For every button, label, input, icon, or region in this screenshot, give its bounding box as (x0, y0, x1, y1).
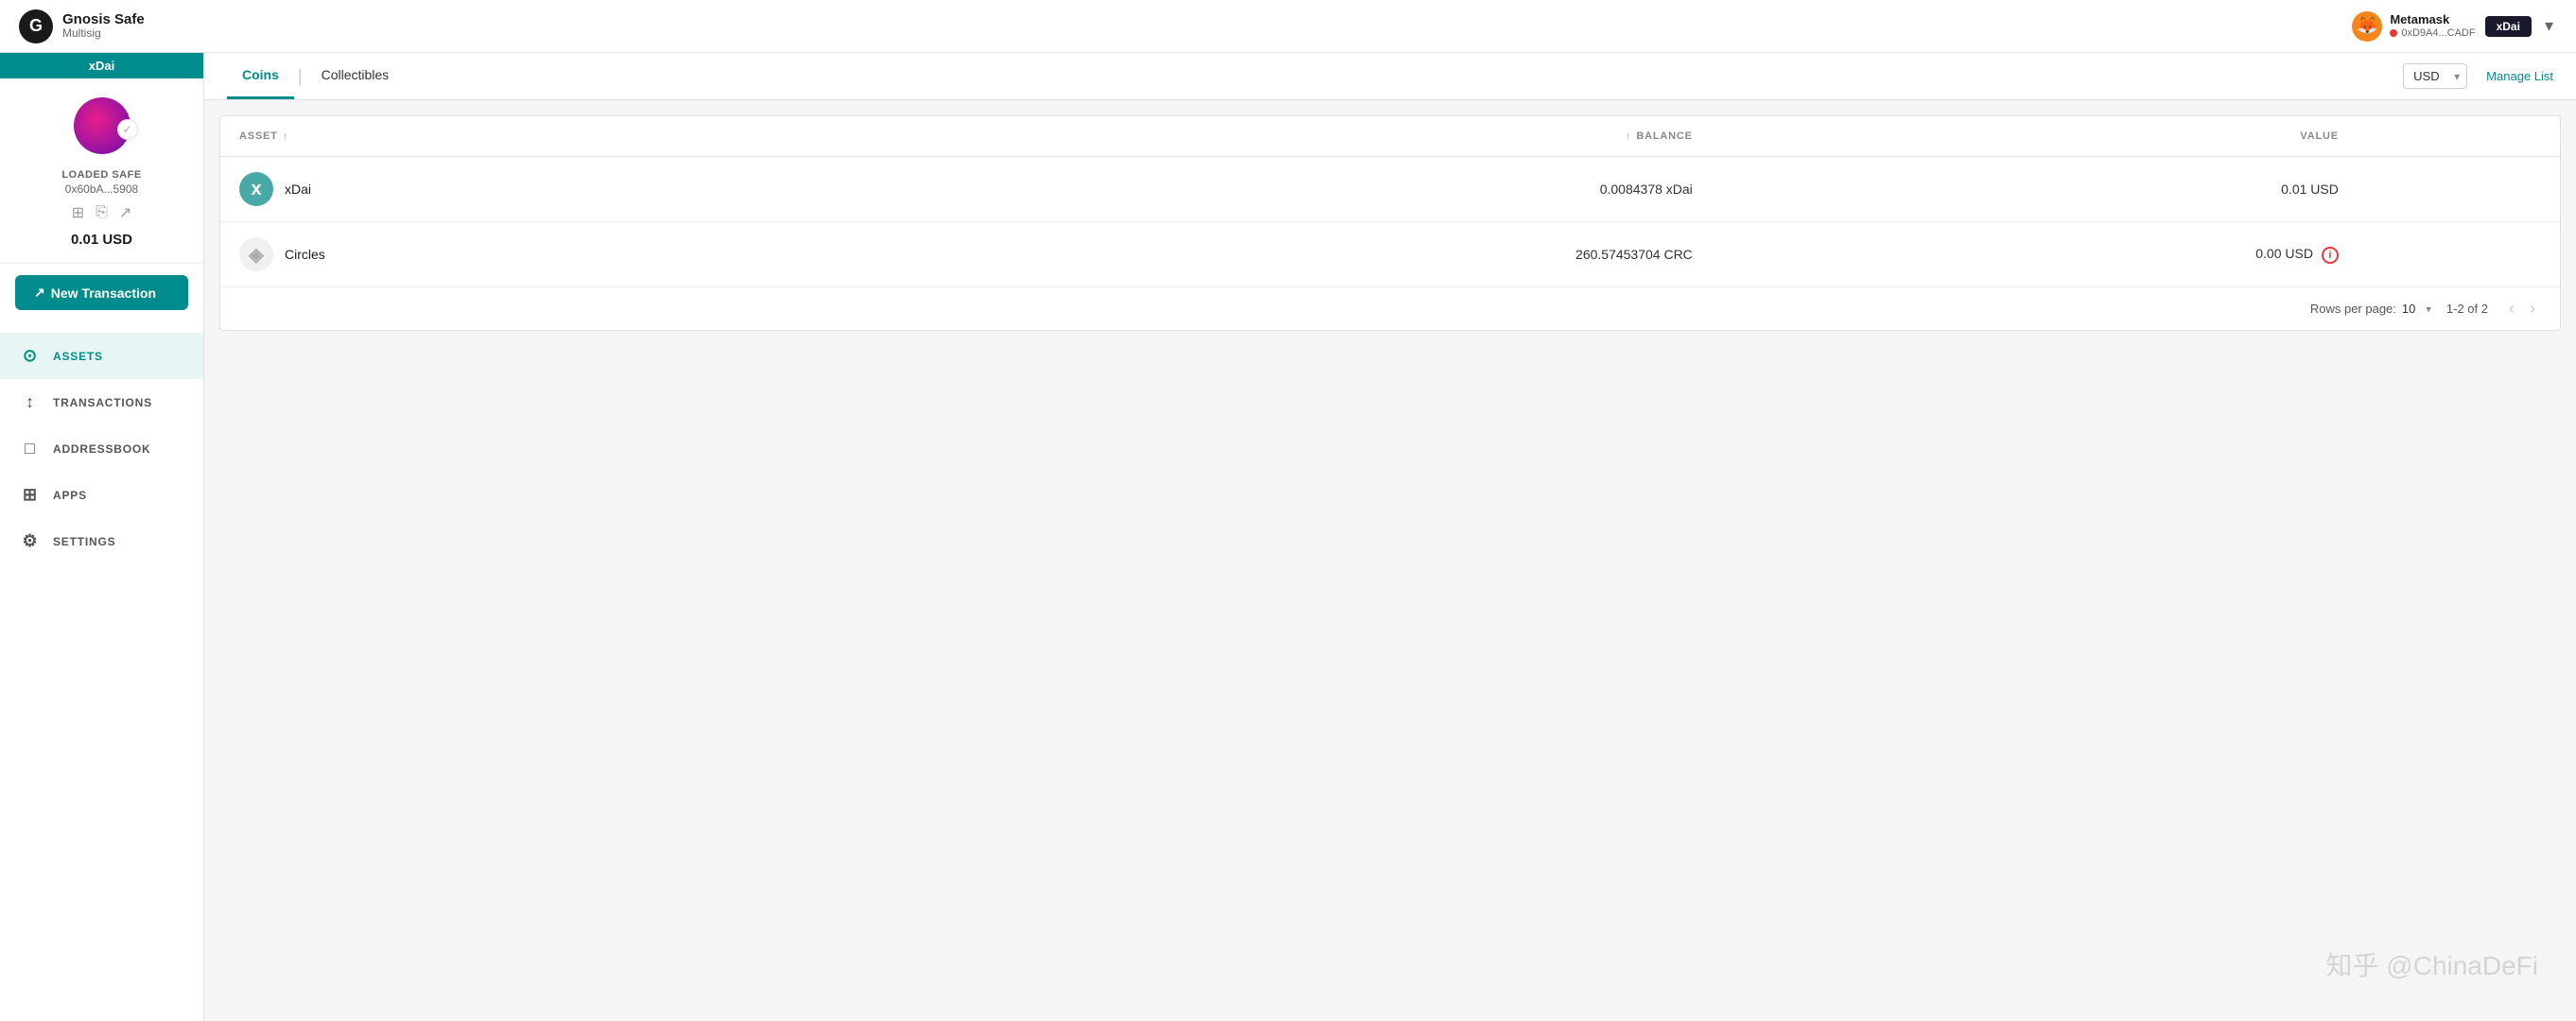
metamask-details: Metamask 0xD9A4...CADF (2390, 12, 2475, 40)
col-value: VALUE (1712, 116, 2358, 157)
pagination-buttons: ‹ › (2503, 297, 2541, 320)
assets-icon: ⊙ (19, 346, 42, 366)
actions-cell-circles (2358, 222, 2560, 287)
tabs-left: Coins | Collectibles (227, 53, 404, 99)
logo-text: Gnosis Safe Multisig (62, 12, 145, 41)
transactions-icon: ↕ (19, 392, 42, 412)
asset-name-circles: Circles (285, 247, 325, 262)
new-transaction-button[interactable]: ↗ New Transaction (15, 275, 188, 310)
balance-cell-xdai: 0.0084378 xDai (882, 157, 1712, 222)
header-right: 🦊 Metamask 0xD9A4...CADF xDai ▾ (2352, 11, 2557, 42)
asset-sort-icon[interactable]: ↑ (283, 130, 289, 143)
addressbook-icon: □ (19, 439, 42, 459)
account-chevron-button[interactable]: ▾ (2541, 12, 2557, 40)
tab-coins[interactable]: Coins (227, 53, 294, 99)
network-badge[interactable]: xDai (2485, 16, 2532, 37)
tabs-right: USD EUR GBP ETH ▾ Manage List (2403, 63, 2553, 89)
sidebar-item-label-addressbook: ADDRESSBOOK (53, 442, 150, 456)
table-footer: Rows per page: 10 25 50 ▾ 1-2 of 2 ‹ › (220, 286, 2560, 330)
xdai-logo: x (239, 172, 273, 206)
asset-cell-xdai: x xDai (220, 157, 882, 222)
manage-list-link[interactable]: Manage List (2486, 69, 2553, 83)
sidebar-network-bar: xDai (0, 53, 203, 78)
status-dot (2390, 29, 2397, 37)
value-cell-circles: 0.00 USD i (1712, 222, 2358, 287)
safe-balance: 0.01 USD (71, 232, 132, 248)
balance-sort-icon[interactable]: ↑ (1626, 130, 1632, 143)
col-balance: ↑ BALANCE (882, 116, 1712, 157)
header-left: G Gnosis Safe Multisig (19, 9, 145, 43)
sidebar-item-apps[interactable]: ⊞ APPS (0, 472, 203, 518)
apps-icon: ⊞ (19, 485, 42, 505)
circles-logo: ◈ (239, 237, 273, 271)
safe-icon-group: ⊞ ⎘ ↗ (72, 203, 132, 222)
settings-icon: ⚙ (19, 531, 42, 551)
assets-table: ASSET ↑ ↑ BALANCE VALUE (220, 116, 2560, 286)
metamask-info: 🦊 Metamask 0xD9A4...CADF (2352, 11, 2475, 42)
col-asset: ASSET ↑ (220, 116, 882, 157)
main-content: Coins | Collectibles USD EUR GBP ETH ▾ M… (204, 53, 2576, 1021)
asset-cell-circles: ◈ Circles (220, 222, 882, 287)
metamask-name: Metamask (2390, 12, 2475, 27)
metamask-avatar: 🦊 (2352, 11, 2382, 42)
asset-name-xdai: xDai (285, 182, 311, 197)
sidebar-item-settings[interactable]: ⚙ SETTINGS (0, 518, 203, 564)
sidebar-item-label-apps: APPS (53, 489, 87, 502)
header: G Gnosis Safe Multisig 🦊 Metamask 0xD9A4… (0, 0, 2576, 53)
sidebar-item-addressbook[interactable]: □ ADDRESSBOOK (0, 425, 203, 472)
safe-qr-button[interactable]: ⊞ (72, 203, 84, 222)
sidebar-item-label-settings: SETTINGS (53, 535, 115, 548)
rows-per-page: Rows per page: 10 25 50 ▾ (2310, 302, 2431, 316)
brand-sub: Multisig (62, 27, 145, 40)
rows-per-page-select[interactable]: 10 25 50 (2402, 302, 2431, 316)
tab-separator: | (298, 66, 303, 86)
value-cell-xdai: 0.01 USD (1712, 157, 2358, 222)
logo-icon: G (19, 9, 53, 43)
table-row: x xDai 0.0084378 xDai 0.01 USD (220, 157, 2560, 222)
layout: xDai ✓ LOADED SAFE 0x60bA...5908 ⊞ ⎘ ↗ 0… (0, 53, 2576, 1021)
currency-select[interactable]: USD EUR GBP ETH (2403, 63, 2467, 89)
info-icon-circles[interactable]: i (2322, 247, 2339, 264)
sidebar-item-assets[interactable]: ⊙ ASSETS (0, 333, 203, 379)
sidebar-item-label-transactions: TRANSACTIONS (53, 396, 152, 409)
brand-name: Gnosis Safe (62, 12, 145, 28)
col-actions (2358, 116, 2560, 157)
safe-copy-button[interactable]: ⎘ (96, 203, 108, 222)
tabs-bar: Coins | Collectibles USD EUR GBP ETH ▾ M… (204, 53, 2576, 100)
next-page-button[interactable]: › (2524, 297, 2541, 320)
safe-link-button[interactable]: ↗ (119, 203, 131, 222)
sidebar: xDai ✓ LOADED SAFE 0x60bA...5908 ⊞ ⎘ ↗ 0… (0, 53, 204, 1021)
table-header: ASSET ↑ ↑ BALANCE VALUE (220, 116, 2560, 157)
sidebar-item-label-assets: ASSETS (53, 350, 103, 363)
assets-table-container: ASSET ↑ ↑ BALANCE VALUE (219, 115, 2561, 331)
safe-address: 0x60bA...5908 (65, 182, 138, 196)
prev-page-button[interactable]: ‹ (2503, 297, 2520, 320)
safe-label: LOADED SAFE (61, 169, 141, 181)
pagination-info: 1-2 of 2 (2446, 302, 2488, 316)
metamask-address: 0xD9A4...CADF (2390, 27, 2475, 40)
sidebar-nav: ⊙ ASSETS ↕ TRANSACTIONS □ ADDRESSBOOK ⊞ … (0, 325, 203, 1021)
currency-wrapper: USD EUR GBP ETH ▾ (2403, 63, 2467, 89)
rows-select-wrapper: 10 25 50 ▾ (2402, 302, 2431, 316)
tab-collectibles[interactable]: Collectibles (306, 53, 405, 99)
table-row: ◈ Circles 260.57453704 CRC 0.00 USD i (220, 222, 2560, 287)
actions-cell-xdai (2358, 157, 2560, 222)
table-body: x xDai 0.0084378 xDai 0.01 USD ◈ (220, 157, 2560, 287)
balance-cell-circles: 260.57453704 CRC (882, 222, 1712, 287)
sidebar-safe-info: ✓ LOADED SAFE 0x60bA...5908 ⊞ ⎘ ↗ 0.01 U… (0, 78, 203, 264)
safe-avatar-check: ✓ (117, 119, 138, 140)
new-tx-icon: ↗ (34, 285, 45, 301)
sidebar-item-transactions[interactable]: ↕ TRANSACTIONS (0, 379, 203, 425)
